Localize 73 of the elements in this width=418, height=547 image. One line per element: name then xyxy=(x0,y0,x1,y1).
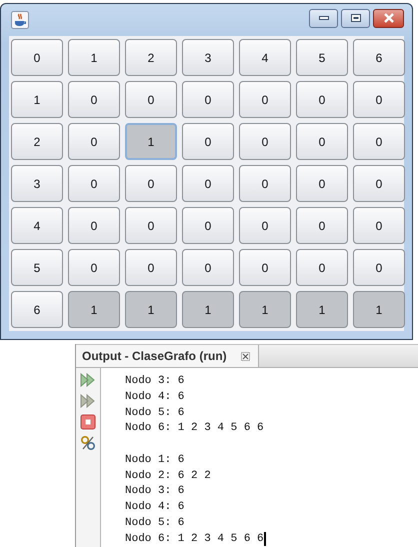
console-line: Nodo 4: 6 xyxy=(125,500,184,516)
matrix-button[interactable]: 0 xyxy=(182,165,234,202)
matrix-button[interactable]: 0 xyxy=(182,207,234,244)
close-icon[interactable] xyxy=(240,352,250,360)
console-line: Nodo 3: 6 xyxy=(125,484,184,500)
matrix-button[interactable]: 2 xyxy=(125,39,177,76)
matrix-button[interactable]: 1 xyxy=(182,291,234,328)
matrix-button[interactable]: 0 xyxy=(296,123,348,160)
matrix-button[interactable]: 0 xyxy=(353,249,405,286)
matrix-button[interactable]: 1 xyxy=(353,291,405,328)
matrix-button[interactable]: 3 xyxy=(11,165,63,202)
console-line: Nodo 5: 6 xyxy=(125,406,184,420)
matrix-button[interactable]: 1 xyxy=(68,39,120,76)
matrix-button[interactable]: 1 xyxy=(239,291,291,328)
console-line: Nodo 3: 6 xyxy=(125,374,184,389)
matrix-button[interactable]: 0 xyxy=(353,123,405,160)
rerun-icon[interactable] xyxy=(80,393,96,409)
matrix-button[interactable]: 0 xyxy=(353,81,405,118)
close-button[interactable] xyxy=(373,8,404,28)
minimize-button[interactable] xyxy=(309,8,338,28)
matrix-button[interactable]: 0 xyxy=(182,249,234,286)
matrix-button[interactable]: 0 xyxy=(125,207,177,244)
settings-icon[interactable] xyxy=(80,435,96,451)
matrix-button[interactable]: 0 xyxy=(68,123,120,160)
coffee-cup-icon xyxy=(11,11,29,29)
console-line: Nodo 1: 6 xyxy=(125,452,184,468)
matrix-button[interactable]: 0 xyxy=(239,207,291,244)
matrix-button[interactable]: 4 xyxy=(11,207,63,244)
matrix-button[interactable]: 0 xyxy=(296,165,348,202)
matrix-button[interactable]: 0 xyxy=(68,249,120,286)
matrix-button[interactable]: 0 xyxy=(125,249,177,286)
matrix-button[interactable]: 0 xyxy=(239,165,291,202)
matrix-button[interactable]: 5 xyxy=(296,39,348,76)
matrix-button[interactable]: 0 xyxy=(11,39,63,76)
matrix-button[interactable]: 1 xyxy=(125,291,177,328)
matrix-button[interactable]: 0 xyxy=(68,165,120,202)
minimize-icon xyxy=(318,15,328,21)
matrix-button[interactable]: 0 xyxy=(296,81,348,118)
matrix-button[interactable]: 6 xyxy=(353,39,405,76)
matrix-button[interactable]: 0 xyxy=(182,81,234,118)
matrix-button[interactable]: 1 xyxy=(296,291,348,328)
matrix-button[interactable]: 0 xyxy=(182,123,234,160)
console-line: Nodo 6: 1 2 3 4 5 6 6 xyxy=(125,421,264,436)
matrix-button[interactable]: 5 xyxy=(11,249,63,286)
matrix-button[interactable]: 4 xyxy=(239,39,291,76)
matrix-button[interactable]: 0 xyxy=(296,249,348,286)
console-line: Nodo 6: 1 2 3 4 5 6 6 xyxy=(125,532,264,547)
console-line: Nodo 4: 6 xyxy=(125,390,184,405)
output-tab[interactable]: Output - ClaseGrafo (run) xyxy=(76,345,259,367)
matrix-button[interactable]: 1 xyxy=(68,291,120,328)
matrix-button[interactable]: 0 xyxy=(125,165,177,202)
matrix-button[interactable]: 0 xyxy=(353,165,405,202)
close-icon xyxy=(382,13,394,23)
matrix-button[interactable]: 6 xyxy=(11,291,63,328)
console-line: Nodo 5: 6 xyxy=(125,516,184,532)
matrix-button[interactable]: 0 xyxy=(239,81,291,118)
matrix-button[interactable]: 2 xyxy=(11,123,63,160)
matrix-button[interactable]: 0 xyxy=(68,207,120,244)
matrix-button[interactable]: 0 xyxy=(296,207,348,244)
matrix-button[interactable]: 1 xyxy=(125,123,177,160)
console-line: Nodo 2: 6 2 2 xyxy=(125,468,211,484)
maximize-icon xyxy=(350,14,360,22)
matrix-button[interactable]: 0 xyxy=(239,123,291,160)
maximize-button[interactable] xyxy=(341,8,370,28)
matrix-button[interactable]: 3 xyxy=(182,39,234,76)
text-cursor xyxy=(264,532,266,546)
matrix-button[interactable]: 0 xyxy=(125,81,177,118)
matrix-button[interactable]: 1 xyxy=(11,81,63,118)
matrix-button[interactable]: 0 xyxy=(239,249,291,286)
stop-icon[interactable] xyxy=(80,414,96,430)
rerun-icon[interactable] xyxy=(80,372,96,388)
matrix-button[interactable]: 0 xyxy=(68,81,120,118)
matrix-button[interactable]: 0 xyxy=(353,207,405,244)
